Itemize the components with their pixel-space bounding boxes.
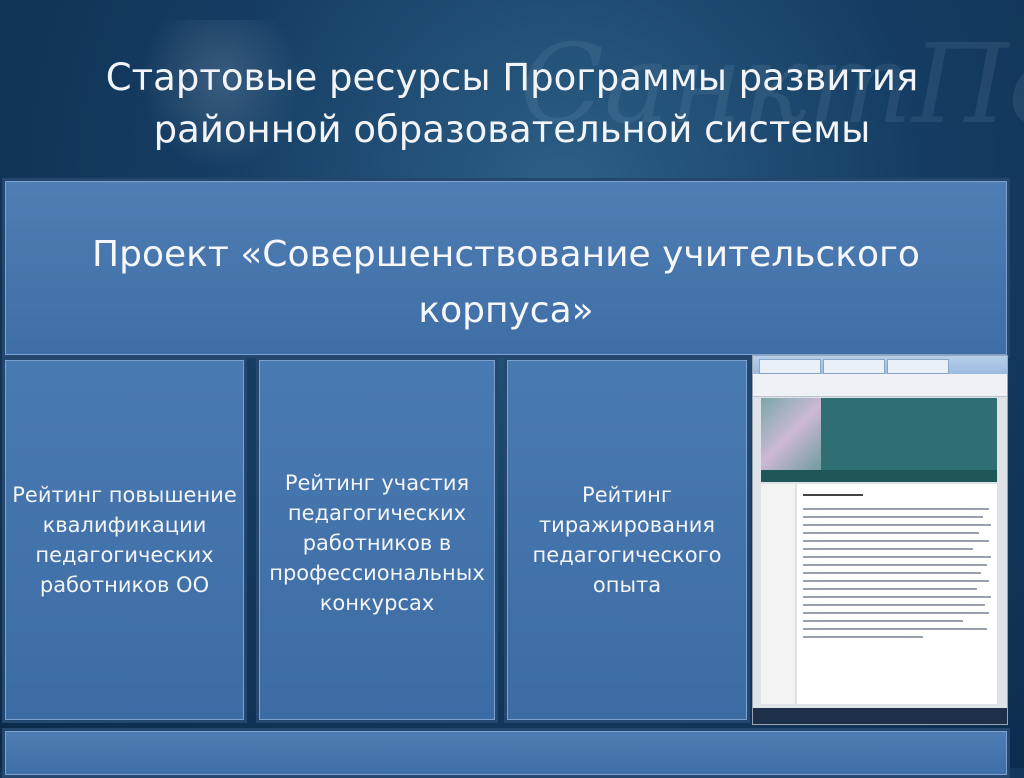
box-text-line: педагогического — [532, 543, 722, 567]
rating-qualification-box: Рейтинг повышение квалификации педагогич… — [2, 357, 247, 723]
browser-toolbar — [753, 374, 1007, 397]
site-navbar — [761, 470, 997, 482]
browser-tabs — [753, 356, 1007, 374]
bottom-panel — [2, 728, 1010, 778]
content-text-line — [803, 588, 977, 590]
box-text-line: опыта — [592, 573, 662, 597]
box-text-line: работников ОО — [39, 573, 210, 597]
project-title-line-2: корпуса» — [418, 290, 594, 331]
box-text-line: тиражирования — [538, 513, 716, 537]
content-text-line — [803, 580, 989, 582]
browser-tab — [887, 359, 949, 374]
slide-title-line-1: Стартовые ресурсы Программы развития — [105, 56, 919, 99]
browser-tab — [759, 359, 821, 374]
box-text-line: педагогических — [287, 501, 467, 525]
rating-experience-box: Рейтинг тиражирования педагогического оп… — [504, 357, 750, 723]
box-text-line: конкурсах — [319, 591, 435, 615]
site-content — [797, 484, 997, 704]
rating-contests-box: Рейтинг участия педагогических работнико… — [256, 357, 498, 723]
browser-tab — [823, 359, 885, 374]
content-heading — [803, 494, 863, 496]
content-text-line — [803, 556, 991, 558]
content-text-line — [803, 596, 991, 598]
content-text-line — [803, 604, 985, 606]
project-title: Проект «Совершенствование учительского к… — [5, 227, 1007, 339]
content-text-line — [803, 508, 989, 510]
content-text-line — [803, 572, 981, 574]
slide-title: Стартовые ресурсы Программы развития рай… — [0, 52, 1024, 156]
content-text-line — [803, 524, 991, 526]
content-text-line — [803, 548, 973, 550]
site-banner — [761, 398, 997, 470]
box-text-line: педагогических — [35, 543, 214, 567]
site-sidebar — [761, 484, 795, 704]
box-text-line: Рейтинг — [582, 483, 672, 507]
box-text-line: квалификации — [42, 513, 207, 537]
content-text-line — [803, 532, 979, 534]
content-text-line — [803, 564, 987, 566]
content-text-line — [803, 628, 987, 630]
content-text-line — [803, 612, 989, 614]
content-text-line — [803, 516, 983, 518]
website-screenshot-image — [752, 355, 1008, 725]
content-text-line — [803, 636, 923, 638]
content-text-line — [803, 620, 963, 622]
slide-title-line-2: районной образовательной системы — [153, 108, 871, 151]
banner-art-image — [761, 398, 821, 470]
box-text-line: профессиональных — [269, 561, 485, 585]
project-panel: Проект «Совершенствование учительского к… — [2, 178, 1010, 358]
project-title-line-1: Проект «Совершенствование учительского — [92, 234, 920, 275]
os-taskbar — [753, 708, 1007, 724]
box-text-line: Рейтинг участия — [284, 471, 470, 495]
content-text-line — [803, 540, 989, 542]
box-text-line: работников в — [302, 531, 452, 555]
box-text-line: Рейтинг повышение — [12, 483, 237, 507]
